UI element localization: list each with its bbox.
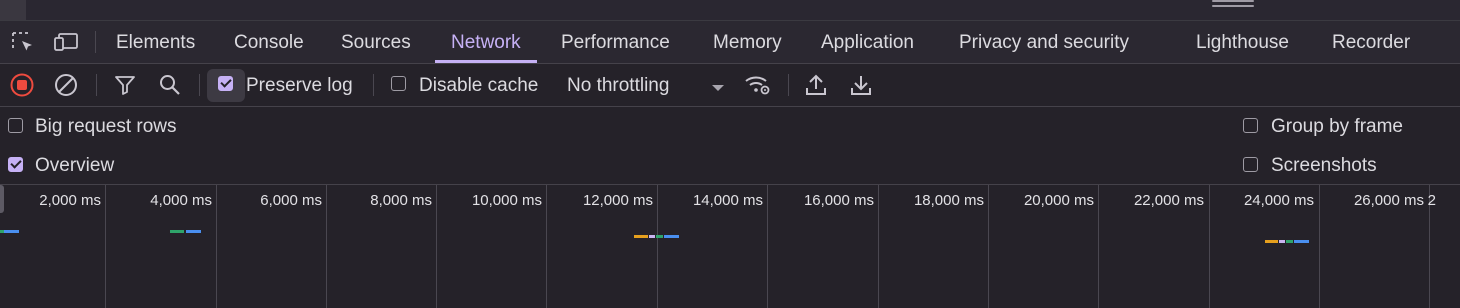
screenshots-label[interactable]: Screenshots xyxy=(1271,155,1377,177)
request-bar-segment xyxy=(4,230,19,233)
tab-application[interactable]: Application xyxy=(821,21,914,63)
tick-label: 16,000 ms xyxy=(803,192,874,209)
toolbar-divider xyxy=(199,74,200,96)
screenshots-checkbox[interactable] xyxy=(1243,157,1258,172)
tab-memory[interactable]: Memory xyxy=(713,21,782,63)
grid-line xyxy=(105,185,106,308)
network-toolbar: Preserve log Disable cache No throttling xyxy=(0,64,1460,107)
tab-console[interactable]: Console xyxy=(234,21,304,63)
tick-label: 24,000 ms xyxy=(1243,192,1314,209)
toolbar-divider xyxy=(788,74,789,96)
tab-network[interactable]: Network xyxy=(435,21,537,63)
grid-line xyxy=(1319,185,1320,308)
top-strip xyxy=(0,0,1460,21)
device-toolbar-icon[interactable] xyxy=(54,31,78,53)
select-element-icon[interactable] xyxy=(11,31,35,53)
tab-privacy-and-security[interactable]: Privacy and security xyxy=(959,21,1129,63)
tab-performance[interactable]: Performance xyxy=(561,21,670,63)
tab-lighthouse[interactable]: Lighthouse xyxy=(1196,21,1289,63)
preserve-log-checkbox[interactable] xyxy=(218,76,233,91)
tick-label: 18,000 ms xyxy=(913,192,984,209)
request-bar-segment xyxy=(634,235,648,238)
tick-label: 8,000 ms xyxy=(370,192,432,209)
request-bar-segment xyxy=(664,235,679,238)
throttling-select[interactable]: No throttling xyxy=(567,75,669,97)
toolbar-divider xyxy=(96,74,97,96)
disable-cache-label[interactable]: Disable cache xyxy=(419,75,538,97)
big-request-rows-checkbox[interactable] xyxy=(8,118,23,133)
record-stop-icon[interactable] xyxy=(10,73,34,97)
search-icon[interactable] xyxy=(158,73,182,97)
disable-cache-checkbox[interactable] xyxy=(391,76,406,91)
grid-line xyxy=(657,185,658,308)
request-bar-segment xyxy=(656,235,663,238)
overview-label[interactable]: Overview xyxy=(35,155,114,177)
grid-line xyxy=(1098,185,1099,308)
network-conditions-icon[interactable] xyxy=(744,73,772,97)
export-har-icon[interactable] xyxy=(850,73,872,97)
tab-recorder[interactable]: Recorder xyxy=(1332,21,1410,63)
tick-label: 10,000 ms xyxy=(471,192,542,209)
tab-elements[interactable]: Elements xyxy=(116,21,195,63)
grid-line xyxy=(988,185,989,308)
drag-handle-icon[interactable] xyxy=(1212,0,1254,8)
filter-icon[interactable] xyxy=(114,73,136,97)
preserve-log-label[interactable]: Preserve log xyxy=(246,75,353,97)
request-bar-segment xyxy=(186,230,201,233)
dropdown-caret-icon[interactable] xyxy=(711,80,725,91)
left-panel-edge xyxy=(0,0,26,20)
grid-line xyxy=(767,185,768,308)
overview-checkbox[interactable] xyxy=(8,157,23,172)
request-bar-segment xyxy=(649,235,655,238)
devtools-tab-bar: Elements Console Sources Network Perform… xyxy=(0,21,1460,64)
tick-label: 20,000 ms xyxy=(1023,192,1094,209)
request-bar-segment xyxy=(1294,240,1309,243)
group-by-frame-checkbox[interactable] xyxy=(1243,118,1258,133)
grid-line xyxy=(436,185,437,308)
tick-label: 2,000 ms xyxy=(39,192,101,209)
group-by-frame-label[interactable]: Group by frame xyxy=(1271,116,1403,138)
request-bar-segment xyxy=(1265,240,1278,243)
tick-label: 4,000 ms xyxy=(150,192,212,209)
tab-divider xyxy=(95,31,96,53)
big-request-rows-label[interactable]: Big request rows xyxy=(35,116,177,138)
network-overview-timeline[interactable]: 2,000 ms 4,000 ms 6,000 ms 8,000 ms 10,0… xyxy=(0,185,1460,308)
grid-line xyxy=(1209,185,1210,308)
tick-label-cut: 2 xyxy=(1427,192,1436,209)
tick-label: 22,000 ms xyxy=(1133,192,1204,209)
grid-line xyxy=(326,185,327,308)
toolbar-divider xyxy=(373,74,374,96)
grid-line xyxy=(878,185,879,308)
request-bar-segment xyxy=(170,230,184,233)
network-settings-panel: Big request rows Overview Group by frame… xyxy=(0,107,1460,185)
tick-label: 12,000 ms xyxy=(582,192,653,209)
clear-icon[interactable] xyxy=(54,73,78,97)
grid-line xyxy=(546,185,547,308)
tick-label: 6,000 ms xyxy=(260,192,322,209)
grid-line xyxy=(216,185,217,308)
tab-sources[interactable]: Sources xyxy=(341,21,411,63)
request-bar-segment xyxy=(1279,240,1285,243)
tick-label: 14,000 ms xyxy=(692,192,763,209)
import-har-icon[interactable] xyxy=(805,73,827,97)
request-bar-segment xyxy=(1286,240,1293,243)
